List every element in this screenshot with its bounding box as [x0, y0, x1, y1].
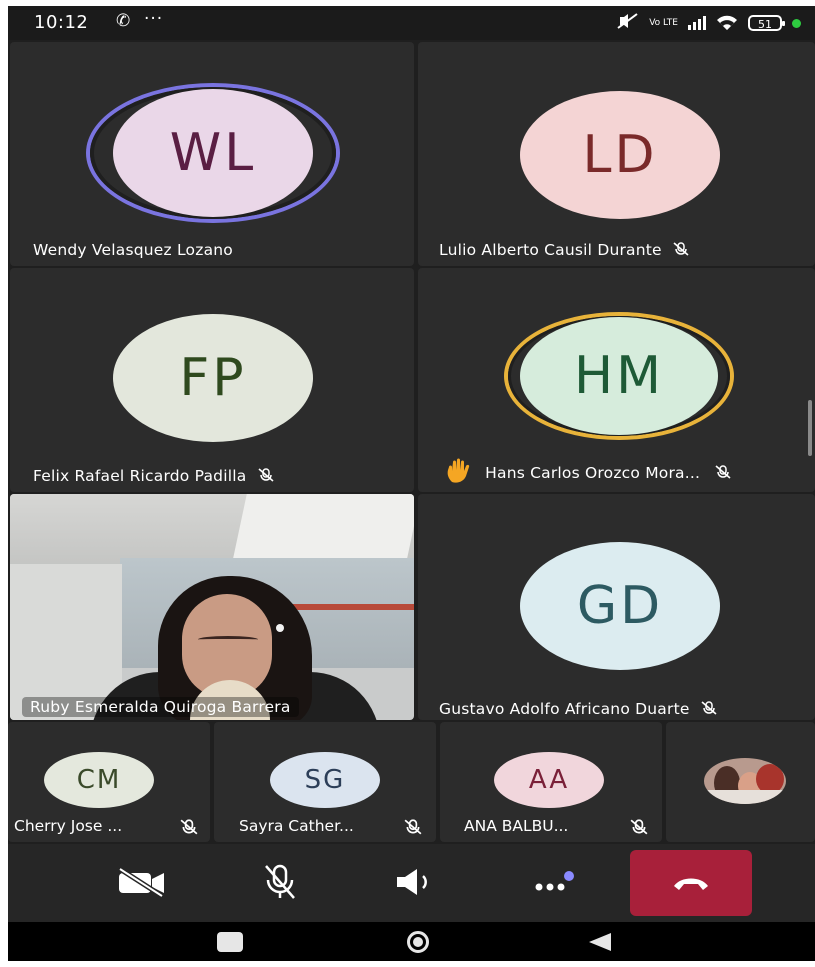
speaker-icon — [397, 869, 427, 895]
participant-tile[interactable]: LD Lulio Alberto Causil Durante — [418, 42, 815, 266]
call-screen: 10:12 ✆ ··· Vo LTE 51 WL Wendy Velasquez… — [8, 6, 815, 961]
participant-name: Lulio Alberto Causil Durante — [439, 241, 662, 259]
camera-toggle-button[interactable] — [114, 858, 170, 906]
participant-name-row: Felix Rafael Ricardo Padilla — [33, 467, 274, 485]
participant-tile[interactable]: WL Wendy Velasquez Lozano — [10, 42, 414, 266]
participant-name: Ruby Esmeralda Quiroga Barrera — [22, 697, 299, 717]
volte-icon: Vo LTE — [649, 17, 678, 28]
back-button[interactable] — [570, 922, 630, 961]
participant-tile-small[interactable]: SG Sayra Cather... — [214, 722, 436, 842]
camera-off-icon — [118, 867, 164, 897]
status-bar: 10:12 ✆ ··· Vo LTE 51 — [8, 6, 815, 40]
mic-toggle-button[interactable] — [252, 858, 308, 906]
participant-tile[interactable]: GD Gustavo Adolfo Africano Duarte — [418, 494, 815, 720]
battery-icon: 51 — [748, 15, 785, 31]
avatar: FP — [113, 314, 313, 442]
raised-hand-icon — [447, 458, 470, 483]
recents-button[interactable] — [200, 922, 260, 961]
participant-tile[interactable]: FP Felix Rafael Ricardo Padilla — [10, 268, 414, 492]
avatar: AA — [494, 752, 604, 808]
status-time: 10:12 — [34, 12, 89, 33]
participant-tile-small[interactable] — [666, 722, 815, 842]
avatar: SG — [270, 752, 380, 808]
participant-tile[interactable]: HM Hans Carlos Orozco Mora... — [418, 268, 815, 492]
participant-name: Wendy Velasquez Lozano — [33, 241, 233, 259]
wifi-icon — [717, 15, 737, 30]
avatar: WL — [113, 89, 313, 217]
system-nav-bar — [8, 922, 815, 961]
home-icon — [407, 930, 429, 953]
participant-name: ANA BALBU... — [464, 817, 569, 835]
hang-up-button[interactable] — [630, 850, 752, 916]
profile-photo-avatar — [704, 758, 786, 804]
more-options-icon — [535, 871, 574, 891]
mic-muted-icon — [404, 819, 422, 835]
participant-tile-small[interactable]: CM Cherry Jose ... — [8, 722, 210, 842]
participant-video-tile[interactable]: Ruby Esmeralda Quiroga Barrera — [10, 494, 414, 720]
active-dot-icon — [792, 18, 801, 28]
scrollbar[interactable] — [808, 400, 812, 456]
participant-name: Felix Rafael Ricardo Padilla — [33, 467, 247, 485]
mic-muted-icon — [701, 701, 717, 715]
call-icon: ✆ — [116, 11, 131, 31]
mic-muted-icon — [673, 242, 689, 256]
mic-muted-icon — [180, 819, 198, 835]
participant-name: Sayra Cather... — [239, 817, 354, 835]
more-dots-icon: ··· — [144, 9, 164, 29]
back-icon — [589, 932, 611, 951]
avatar: HM — [520, 317, 718, 435]
participant-tile-small[interactable]: AA ANA BALBU... — [440, 722, 662, 842]
participant-name-row: Gustavo Adolfo Africano Duarte — [439, 700, 717, 718]
vibrate-off-icon — [617, 13, 639, 33]
avatar: CM — [44, 752, 154, 808]
recents-icon — [217, 931, 243, 952]
more-options-button[interactable] — [526, 858, 582, 906]
avatar: GD — [520, 542, 720, 670]
mic-muted-icon — [630, 819, 648, 835]
hang-up-icon — [674, 878, 708, 890]
participant-name: Gustavo Adolfo Africano Duarte — [439, 700, 690, 718]
participant-name: Hans Carlos Orozco Mora... — [485, 464, 701, 482]
home-button[interactable] — [388, 922, 448, 961]
mic-off-icon — [265, 864, 295, 899]
speaker-button[interactable] — [388, 858, 444, 906]
mic-muted-icon — [715, 465, 731, 479]
avatar: LD — [520, 91, 720, 219]
signal-icon — [688, 16, 706, 30]
participant-name-row: Lulio Alberto Causil Durante — [439, 241, 689, 259]
call-controls — [8, 844, 815, 922]
participant-name: Cherry Jose ... — [14, 817, 123, 835]
mic-muted-icon — [258, 468, 274, 482]
participant-name-row: Hans Carlos Orozco Mora... — [444, 458, 731, 484]
